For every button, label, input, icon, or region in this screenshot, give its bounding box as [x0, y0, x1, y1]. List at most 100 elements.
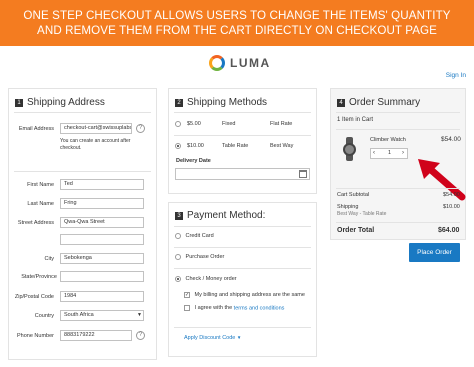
chevron-down-icon: ▼ — [236, 335, 242, 340]
title-divider — [336, 112, 460, 113]
order-total-label: Order Total — [337, 227, 375, 234]
store-logo[interactable]: LUMA — [209, 55, 271, 71]
banner-line-2: AND REMOVE THEM FROM THE CART DIRECTLY O… — [37, 24, 437, 37]
form-divider — [14, 171, 151, 172]
increase-qty-button[interactable]: › — [402, 149, 404, 158]
step-number: 3 — [175, 211, 183, 220]
method-type: Fixed — [222, 121, 236, 127]
method-type: Table Rate — [222, 143, 249, 149]
title-divider — [174, 226, 311, 227]
items-in-cart-toggle[interactable]: 1 Item in Cart — [337, 117, 373, 123]
method-carrier: Best Way — [270, 143, 294, 149]
payment-option-purchase-order[interactable]: Purchase Order — [175, 254, 224, 260]
row-divider — [174, 247, 311, 248]
section-title-text: Order Summary — [349, 97, 421, 108]
method-carrier: Flat Rate — [270, 121, 293, 127]
shipping-method-row[interactable]: $5.00 Fixed Flat Rate — [175, 120, 311, 130]
email-label: Email Address — [18, 126, 54, 132]
row-divider — [174, 327, 311, 328]
radio-button[interactable] — [175, 254, 181, 260]
calendar-icon[interactable] — [299, 170, 307, 178]
row-divider — [174, 135, 311, 136]
question-icon[interactable]: ? — [136, 124, 145, 133]
order-summary-title: 4 Order Summary — [337, 97, 420, 108]
order-total-value: $64.00 — [438, 227, 460, 234]
street-field-2[interactable] — [60, 234, 144, 245]
payment-option-label: Check / Money order — [185, 276, 237, 283]
radio-button[interactable] — [175, 233, 181, 239]
promo-banner: ONE STEP CHECKOUT ALLOWS USERS TO CHANGE… — [0, 0, 474, 46]
product-price: $54.00 — [441, 136, 461, 143]
section-title-text: Payment Method: — [187, 210, 266, 221]
product-name: Climber Watch — [370, 137, 406, 143]
title-divider — [174, 112, 311, 113]
city-field[interactable]: Sebokenga — [60, 253, 144, 264]
city-label: City — [44, 256, 54, 262]
shipping-methods-title: 2 Shipping Methods — [175, 97, 267, 108]
shipping-label: Shipping — [337, 204, 359, 210]
email-field[interactable]: checkout-cart@swissuplabs.com — [60, 123, 132, 134]
checkbox[interactable] — [184, 305, 190, 311]
terms-link[interactable]: terms and conditions — [234, 305, 285, 311]
chevron-down-icon[interactable]: ▼ — [137, 312, 142, 319]
step-number: 1 — [15, 98, 23, 107]
title-divider — [14, 112, 151, 113]
logo-text: LUMA — [230, 56, 271, 70]
method-price: $5.00 — [187, 121, 201, 127]
shipping-value: $10.00 — [443, 204, 460, 210]
first-name-field[interactable]: Ted — [60, 179, 144, 190]
shipping-address-title: 1 Shipping Address — [15, 97, 105, 108]
checkbox-checked[interactable]: ✓ — [184, 292, 190, 298]
row-divider — [336, 129, 460, 130]
discount-label[interactable]: Apply Discount Code — [184, 335, 235, 341]
phone-field[interactable]: 8883179222 — [60, 330, 132, 341]
question-icon[interactable]: ? — [136, 331, 145, 340]
row-divider — [174, 268, 311, 269]
email-hint: You can create an account after checkout… — [60, 138, 131, 151]
payment-option-check-money-order[interactable]: Check / Money order — [175, 276, 237, 282]
zip-label: Zip/Postal Code — [14, 294, 54, 300]
banner-line-1: ONE STEP CHECKOUT ALLOWS USERS TO CHANGE… — [23, 9, 451, 22]
cart-subtotal-label: Cart Subtotal — [337, 192, 370, 198]
items-in-cart-label: 1 Item in Cart — [337, 117, 374, 123]
street-field-1[interactable]: Qwa-Qwa Street — [60, 217, 144, 228]
radio-button[interactable] — [175, 121, 181, 127]
payment-method-title: 3 Payment Method: — [175, 210, 265, 221]
method-price: $10.00 — [187, 143, 204, 149]
payment-option-credit-card[interactable]: Credit Card — [175, 233, 214, 239]
payment-option-label: Purchase Order — [185, 254, 225, 261]
country-select[interactable]: South Africa — [60, 310, 144, 321]
row-divider — [336, 188, 460, 189]
delivery-date-label: Delivery Date — [176, 158, 211, 164]
state-label: State/Province — [21, 274, 57, 280]
sign-in-link[interactable]: Sign In — [446, 72, 466, 79]
same-address-label: My billing and shipping address are the … — [194, 292, 305, 299]
phone-label: Phone Number — [17, 333, 54, 339]
decrease-qty-button[interactable]: ‹ — [373, 149, 375, 158]
quantity-stepper[interactable]: ‹ 1 › — [370, 148, 408, 159]
shipping-method-row[interactable]: $10.00 Table Rate Best Way — [175, 142, 311, 152]
cart-subtotal-value: $54.00 — [443, 192, 460, 198]
last-name-label: Last Name — [27, 201, 54, 207]
delivery-date-field[interactable] — [175, 168, 310, 180]
product-image — [342, 137, 358, 161]
luma-logo-icon — [209, 55, 225, 71]
row-divider — [336, 222, 460, 223]
place-order-button[interactable]: Place Order — [409, 243, 460, 262]
step-number: 4 — [337, 98, 345, 107]
first-name-label: First Name — [27, 182, 54, 188]
apply-discount-link[interactable]: Apply Discount Code ▼ — [184, 335, 241, 341]
terms-checkbox[interactable]: I agree with the terms and conditions — [184, 305, 284, 311]
agree-label: I agree with the — [194, 305, 234, 312]
shipping-desc: Best Way - Table Rate — [337, 211, 387, 217]
same-address-checkbox[interactable]: ✓ My billing and shipping address are th… — [184, 292, 305, 298]
section-title-text: Shipping Address — [27, 97, 105, 108]
radio-button-selected[interactable] — [175, 276, 181, 282]
country-label: Country — [34, 313, 54, 319]
section-title-text: Shipping Methods — [187, 97, 268, 108]
zip-field[interactable]: 1984 — [60, 291, 144, 302]
qty-value[interactable]: 1 — [388, 149, 391, 158]
last-name-field[interactable]: Fring — [60, 198, 144, 209]
radio-button-selected[interactable] — [175, 143, 181, 149]
state-field[interactable] — [60, 271, 144, 282]
